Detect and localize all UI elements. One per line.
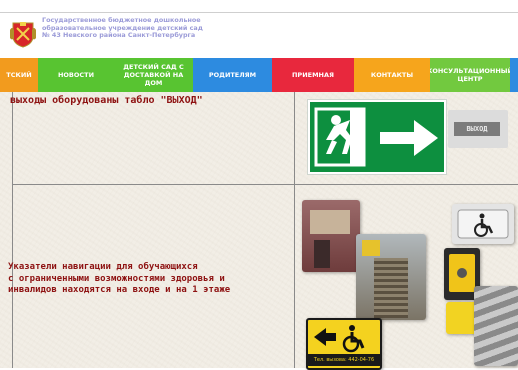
exit-signs-text: выходы оборудованы табло "ВЫХОД" [10, 95, 203, 106]
building-entrance-photo [302, 200, 360, 272]
org-line-3: № 43 Невского района Санкт-Петербурга [42, 31, 196, 40]
nav-label: ТСКИЙ [6, 71, 32, 79]
stairs-photo [474, 286, 518, 366]
nav-item-delivery-kindergarten[interactable]: ДЕТСКИЙ САД С ДОСТАВКОЙ НА ДОМ [114, 58, 193, 92]
wheelchair-arrow-sign-photo: Тел. вызова: 442-04-76 [306, 318, 382, 370]
nav-item-reception[interactable]: ПРИЕМНАЯ [272, 58, 354, 92]
text-line-2: с ограниченными возможностями здоровья и [8, 273, 225, 284]
arrow-left-icon [314, 325, 365, 353]
phone-label: Тел. вызова: 442-04-76 [313, 357, 375, 363]
exit-plate-label: ВЫХОД [454, 122, 500, 136]
accessibility-table: выходы оборудованы табло "ВЫХОД" ВЫХОД У… [0, 92, 518, 370]
nav-item-parents[interactable]: РОДИТЕЛЯМ [193, 58, 272, 92]
wheelchair-icon [457, 209, 509, 239]
running-man-icon [314, 107, 438, 167]
text-line-1: Указатели навигации для обучающихся [8, 262, 198, 272]
exit-sign-image [308, 100, 446, 174]
nav-label: ДЕТСКИЙ САД С ДОСТАВКОЙ НА ДОМ [123, 63, 184, 87]
nav-label: ПРИЕМНАЯ [291, 71, 335, 79]
coat-of-arms-icon[interactable] [10, 20, 36, 48]
navigation-signs-text: Указатели навигации для обучающихся с ог… [8, 262, 230, 297]
table-row-divider [12, 184, 518, 185]
organization-name[interactable]: Государственное бюджетное дошкольное обр… [42, 16, 212, 40]
ramp-photo [356, 234, 426, 320]
text-line-3: инвалидов находятся на входе и на 1 этаж… [8, 285, 231, 295]
nav-label: РОДИТЕЛЯМ [208, 71, 257, 79]
wheelchair-sign-photo [452, 204, 514, 244]
nav-item-next-partial[interactable] [510, 58, 518, 92]
table-column-divider [294, 92, 295, 368]
nav-label: КОНСУЛЬТАЦИОННЫЙ ЦЕНТР [430, 67, 510, 83]
nav-item-truncated[interactable]: ТСКИЙ [0, 58, 38, 92]
nav-item-news[interactable]: НОВОСТИ [38, 58, 114, 92]
main-nav: ТСКИЙ НОВОСТИ ДЕТСКИЙ САД С ДОСТАВКОЙ НА… [0, 58, 518, 92]
exit-plate-image: ВЫХОД [448, 110, 508, 148]
nav-item-consulting-center[interactable]: КОНСУЛЬТАЦИОННЫЙ ЦЕНТР [430, 58, 510, 92]
nav-label: КОНТАКТЫ [370, 71, 414, 79]
nav-label: НОВОСТИ [57, 71, 95, 79]
navigation-signs-collage: Тел. вызова: 442-04-76 [298, 198, 518, 370]
table-border-left [12, 92, 13, 368]
nav-item-contacts[interactable]: КОНТАКТЫ [354, 58, 430, 92]
